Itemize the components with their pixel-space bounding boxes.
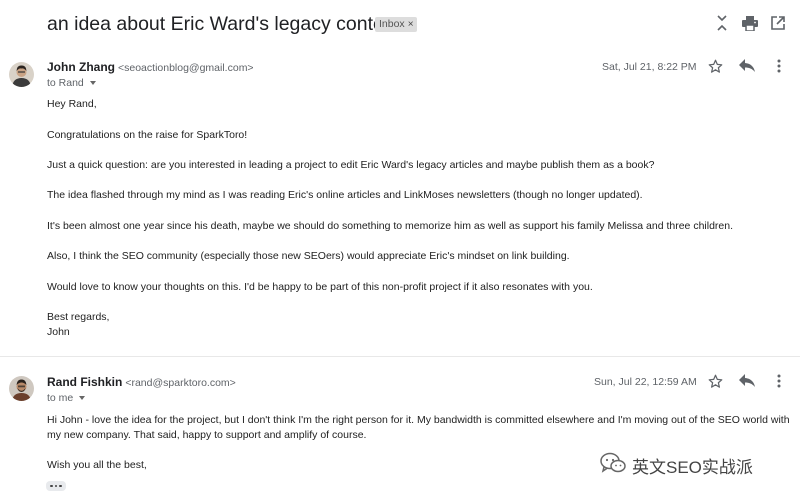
body-line: Also, I think the SEO community (especia… (47, 250, 570, 262)
wechat-icon (600, 452, 626, 479)
message-date: Sat, Jul 21, 8:22 PM (602, 61, 697, 73)
sender-name[interactable]: John Zhang (47, 60, 115, 74)
recipient-text: to me (47, 392, 74, 404)
sender: Rand Fishkin <rand@sparktoro.com> (47, 375, 236, 389)
sender: John Zhang <seoactionblog@gmail.com> (47, 60, 254, 74)
more-options-icon[interactable] (770, 372, 788, 390)
reply-icon[interactable] (738, 57, 756, 75)
recipient-text: to Rand (47, 77, 84, 89)
show-trimmed-content-button[interactable] (46, 481, 66, 491)
body-line: The idea flashed through my mind as I wa… (47, 189, 643, 201)
watermark: 英文SEO实战派 (600, 452, 753, 479)
body-line: Would love to know your thoughts on this… (47, 281, 593, 293)
show-details-icon[interactable] (79, 396, 86, 401)
thread-header: an idea about Eric Ward's legacy content… (0, 0, 800, 50)
reply-icon[interactable] (738, 372, 756, 390)
dot (59, 484, 62, 488)
inbox-label-text: Inbox (379, 18, 405, 30)
body-line: my new company. That said, happy to supp… (47, 429, 367, 441)
star-icon[interactable] (706, 57, 724, 75)
sender-email: <seoactionblog@gmail.com> (118, 62, 254, 74)
body-line: Congratulations on the raise for SparkTo… (47, 129, 248, 141)
sender-email: <rand@sparktoro.com> (125, 377, 236, 389)
signoff-line: Best regards, (47, 311, 110, 323)
star-icon[interactable] (706, 372, 724, 390)
sender-name[interactable]: Rand Fishkin (47, 375, 122, 389)
dot (54, 484, 58, 488)
show-details-icon[interactable] (89, 81, 96, 86)
dot (50, 484, 53, 488)
message-date: Sun, Jul 22, 12:59 AM (594, 376, 697, 388)
body-line: Hey Rand, (47, 98, 97, 110)
watermark-text: 英文SEO实战派 (632, 458, 753, 477)
more-options-icon[interactable] (770, 57, 788, 75)
recipient-line: to me (47, 392, 86, 404)
thread-subject: an idea about Eric Ward's legacy content (47, 13, 401, 35)
print-icon[interactable] (741, 14, 759, 32)
body-line: Just a quick question: are you intereste… (47, 159, 655, 171)
remove-label-icon[interactable]: × (408, 19, 414, 30)
body-line: Wish you all the best, (47, 459, 147, 471)
recipient-line: to Rand (47, 77, 96, 89)
collapse-all-icon[interactable] (713, 14, 731, 32)
body-line: Hi John - love the idea for the project,… (47, 414, 790, 426)
open-in-new-window-icon[interactable] (769, 14, 787, 32)
signature-line: John (47, 326, 70, 338)
avatar[interactable] (9, 62, 34, 87)
message-divider (0, 356, 800, 357)
body-line: It's been almost one year since his deat… (47, 220, 734, 232)
inbox-label-chip[interactable]: Inbox × (375, 17, 417, 32)
avatar[interactable] (9, 376, 34, 401)
